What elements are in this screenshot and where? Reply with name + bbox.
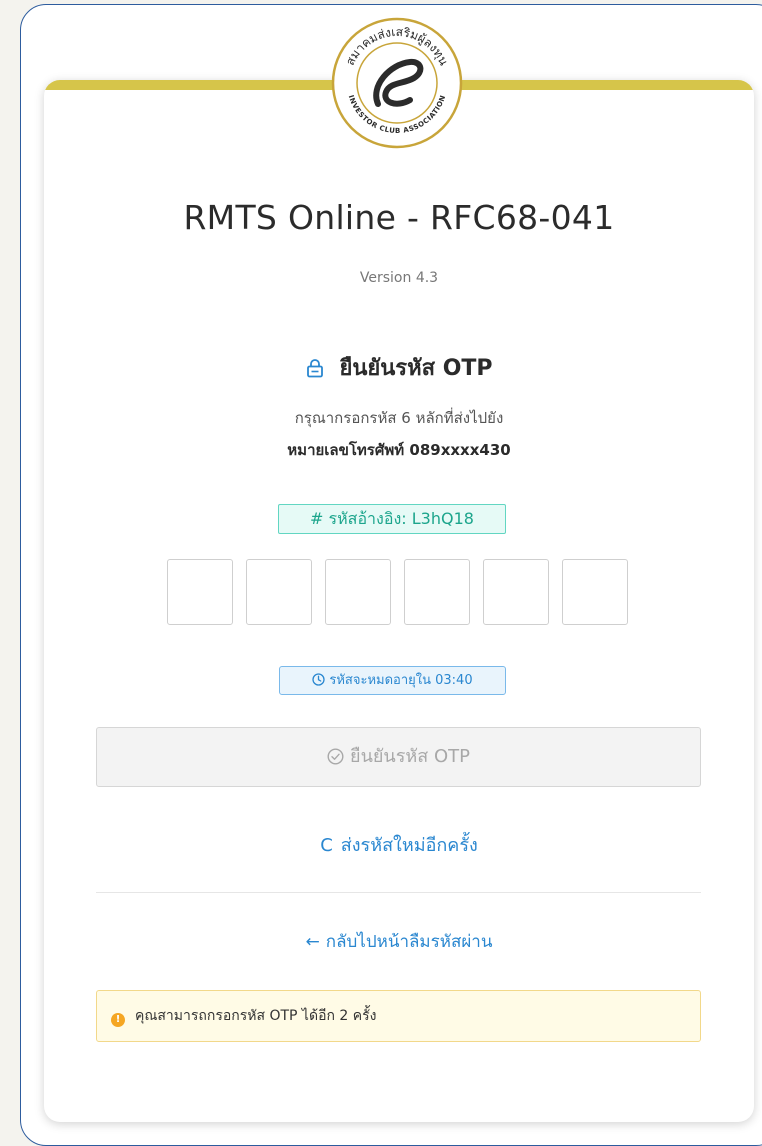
reference-badge: # รหัสอ้างอิง: L3hQ18 bbox=[278, 504, 506, 534]
resend-otp-link[interactable]: C ส่งรหัสใหม่อีกครั้ง bbox=[44, 830, 754, 859]
back-label: กลับไปหน้าลืมรหัสผ่าน bbox=[325, 932, 493, 952]
otp-digit-3[interactable] bbox=[325, 559, 391, 625]
warning-text: คุณสามารถกรอกรหัส OTP ได้อีก 2 ครั้ง bbox=[135, 1008, 377, 1024]
timer-text: รหัสจะหมดอายุใน 03:40 bbox=[329, 673, 473, 688]
back-to-forgot-password-link[interactable]: ← กลับไปหน้าลืมรหัสผ่าน bbox=[44, 928, 754, 955]
warning-icon: ! bbox=[111, 1013, 125, 1027]
check-circle-icon bbox=[327, 731, 344, 789]
phone-number: หมายเลขโทรศัพท์ 089xxxx430 bbox=[287, 441, 511, 459]
association-logo: สมาคมส่งเสริมผู้ลงทุน INVESTOR CLUB ASSO… bbox=[330, 16, 464, 150]
version-text: Version 4.3 bbox=[359, 270, 439, 286]
attempts-warning: ! คุณสามารถกรอกรหัส OTP ได้อีก 2 ครั้ง bbox=[96, 990, 701, 1042]
resend-otp-label: ส่งรหัสใหม่อีกครั้ง bbox=[340, 835, 478, 856]
otp-instruction: กรุณากรอกรหัส 6 หลักที่ส่งไปยัง bbox=[294, 409, 504, 427]
otp-digit-4[interactable] bbox=[404, 559, 470, 625]
otp-digit-5[interactable] bbox=[483, 559, 549, 625]
page-title: RMTS Online - RFC68-041 bbox=[183, 198, 615, 237]
otp-digit-1[interactable] bbox=[167, 559, 233, 625]
clock-icon bbox=[312, 669, 326, 696]
arrow-left-icon: ← bbox=[305, 932, 320, 952]
verify-otp-label: ยืนยันรหัส OTP bbox=[350, 746, 470, 767]
timer-badge: รหัสจะหมดอายุใน 03:40 bbox=[279, 666, 506, 695]
otp-input-group bbox=[167, 559, 628, 625]
refresh-icon: C bbox=[320, 835, 333, 856]
otp-heading: ยืนยันรหัส OTP bbox=[44, 350, 754, 385]
otp-digit-2[interactable] bbox=[246, 559, 312, 625]
otp-digit-6[interactable] bbox=[562, 559, 628, 625]
otp-heading-text: ยืนยันรหัส OTP bbox=[339, 356, 493, 381]
verify-otp-button[interactable]: ยืนยันรหัส OTP bbox=[96, 727, 701, 787]
lock-icon bbox=[305, 358, 325, 384]
divider bbox=[96, 892, 701, 893]
